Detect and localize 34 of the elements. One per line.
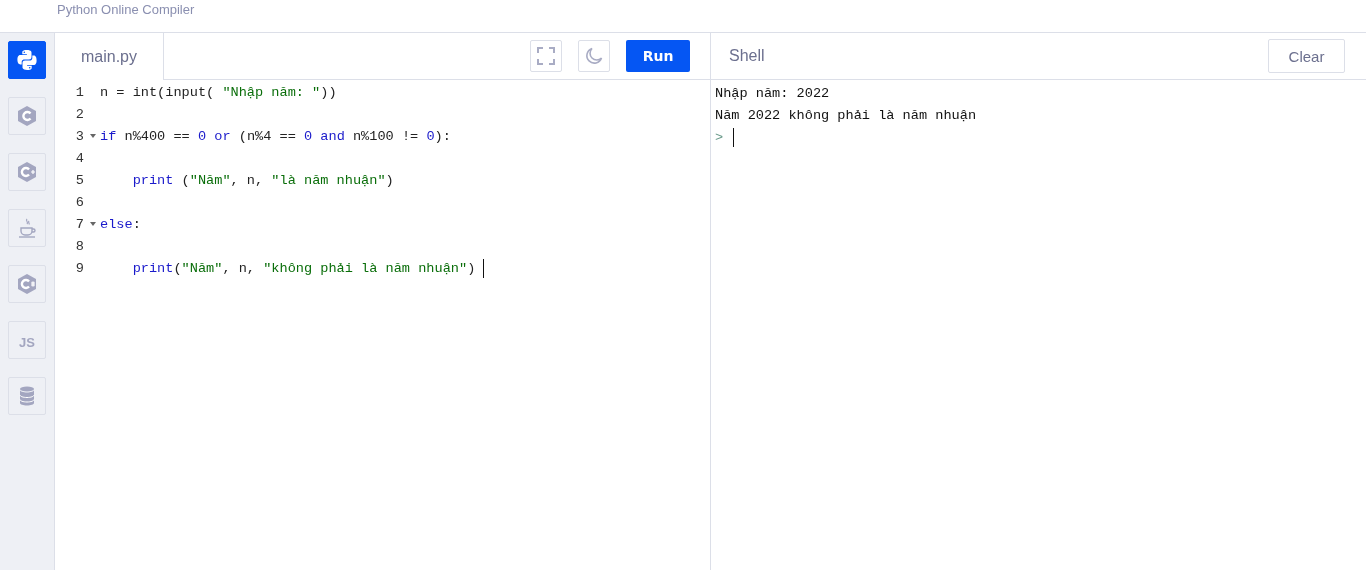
line-number: 3 — [74, 128, 85, 144]
fold-caret-icon[interactable] — [89, 222, 96, 226]
line-number: 4 — [74, 150, 85, 166]
fullscreen-button[interactable] — [530, 40, 562, 72]
line-number: 1 — [74, 84, 85, 100]
code-line: if n%400 == 0 or (n%4 == 0 and n%100 != 0): — [100, 128, 451, 144]
c-hexagon-icon — [15, 104, 39, 128]
text-cursor — [733, 127, 735, 147]
fullscreen-icon — [537, 47, 555, 65]
c-hash-hexagon-icon — [15, 272, 39, 296]
language-button[interactable] — [8, 41, 46, 79]
clear-button[interactable]: Clear — [1268, 39, 1345, 73]
theme-button[interactable] — [578, 40, 610, 72]
line-number: 6 — [74, 194, 85, 210]
shell-output-line: Nhập năm: 2022 — [715, 84, 831, 103]
python-logo-icon — [15, 48, 39, 72]
file-tab[interactable]: main.py — [55, 33, 164, 80]
moon-icon — [585, 47, 603, 65]
shell-title: Shell — [729, 47, 765, 65]
line-number: 9 — [74, 260, 85, 276]
page-subtitle: Python Online Compiler — [57, 3, 195, 17]
code-line: print ("Năm", n, "là năm nhuận") — [132, 172, 394, 188]
c-plus-hexagon-icon — [15, 160, 39, 184]
code-line: print("Năm", n, "không phải là năm nhuận") — [132, 260, 476, 276]
line-number: 5 — [74, 172, 85, 188]
shell-output-line: Năm 2022 không phải là năm nhuận — [715, 106, 978, 125]
fold-caret-icon[interactable] — [89, 134, 96, 138]
line-number: 2 — [74, 106, 85, 122]
line-number: 8 — [74, 238, 85, 254]
run-button[interactable]: Run — [626, 40, 690, 72]
shell-prompt: > — [715, 129, 724, 145]
line-number: 7 — [74, 216, 85, 232]
code-line: else: — [100, 216, 141, 232]
code-line: n = int(input( "Nhập năm: ")) — [100, 84, 337, 100]
